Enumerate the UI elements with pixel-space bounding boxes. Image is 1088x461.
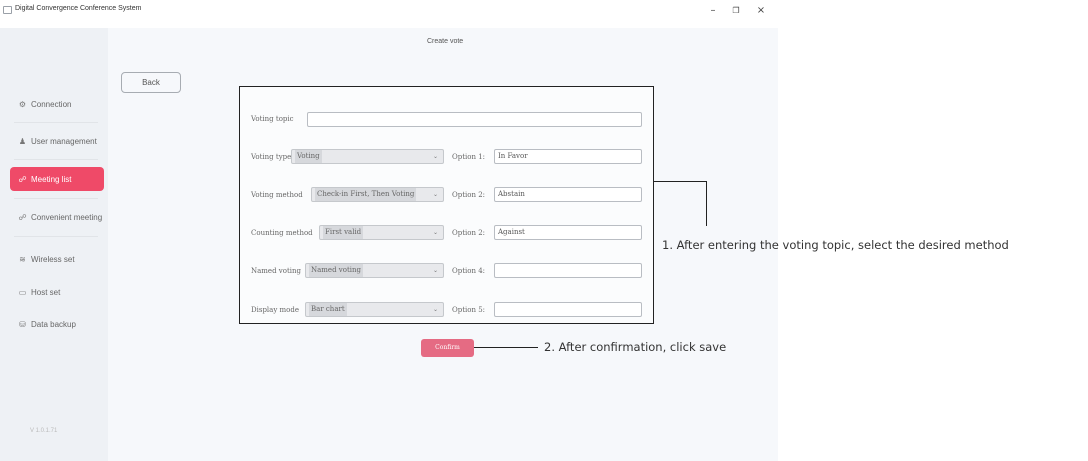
app-icon: [3, 6, 12, 14]
named-voting-label: Named voting: [251, 267, 301, 275]
callout-line: [474, 347, 538, 349]
sidebar-item-label: User management: [31, 136, 97, 146]
sidebar-item-user-management[interactable]: ♟ User management: [10, 130, 104, 152]
window-title: Digital Convergence Conference System: [15, 5, 142, 12]
user-icon: ♟: [18, 136, 27, 146]
divider: [14, 236, 98, 237]
sidebar-item-convenient-meeting[interactable]: ☍ Convenient meeting: [10, 206, 104, 228]
meeting-icon: ☍: [18, 212, 27, 222]
sidebar-item-host-set[interactable]: ▭ Host set: [10, 281, 104, 303]
backup-icon: ⛁: [19, 319, 26, 329]
meeting-icon: ☍: [18, 174, 27, 184]
voting-method-label: Voting method: [251, 191, 303, 199]
chevron-down-icon: ⌄: [432, 229, 438, 236]
sidebar-item-label: Data backup: [31, 319, 76, 329]
page-title: Create vote: [427, 38, 464, 45]
option-3-input[interactable]: Against: [494, 225, 642, 240]
maximize-button[interactable]: ❐: [727, 2, 745, 20]
sidebar-item-data-backup[interactable]: ⛁ Data backup: [10, 313, 104, 335]
annotation-note-2: 2. After confirmation, click save: [544, 340, 727, 354]
create-vote-form: Voting topic Voting type Voting ⌄ Option…: [239, 86, 654, 324]
callout-line: [654, 181, 707, 183]
named-voting-select[interactable]: Named voting ⌄: [305, 263, 444, 278]
option-2-label: Option 2:: [452, 191, 486, 199]
selected-value: Voting: [295, 150, 322, 163]
sidebar-item-label: Host set: [31, 287, 61, 297]
selected-value: Named voting: [309, 264, 363, 277]
title-bar: Digital Convergence Conference System – …: [0, 0, 778, 28]
sidebar-item-connection[interactable]: ⚙ Connection: [10, 93, 104, 115]
back-button[interactable]: Back: [121, 72, 181, 93]
chevron-down-icon: ⌄: [432, 191, 438, 198]
chevron-down-icon: ⌄: [432, 153, 438, 160]
sidebar-item-label: Convenient meeting: [31, 212, 103, 222]
sidebar-item-label: Meeting list: [31, 174, 72, 184]
wifi-icon: ≋: [19, 254, 26, 264]
confirm-button[interactable]: Confirm: [421, 339, 474, 357]
sidebar-item-wireless-set[interactable]: ≋ Wireless set: [10, 248, 104, 270]
selected-value: First valid: [323, 226, 364, 239]
option-2-input[interactable]: Abstain: [494, 187, 642, 202]
option-5-input[interactable]: [494, 302, 642, 317]
sidebar-item-label: Wireless set: [31, 254, 75, 264]
display-mode-select[interactable]: Bar chart ⌄: [305, 302, 444, 317]
app-window: Digital Convergence Conference System – …: [0, 0, 778, 461]
option-4-label: Option 4:: [452, 267, 486, 275]
selected-value: Check-in First, Then Voting: [315, 188, 417, 201]
display-mode-label: Display mode: [251, 306, 299, 314]
voting-method-select[interactable]: Check-in First, Then Voting ⌄: [311, 187, 444, 202]
sidebar-item-meeting-list[interactable]: ☍ Meeting list: [10, 167, 104, 191]
version-label: V 1.0.1.71: [30, 428, 58, 434]
selected-value: Bar chart: [309, 303, 347, 316]
network-icon: ⚙: [18, 99, 27, 109]
voting-topic-label: Voting topic: [251, 115, 294, 123]
counting-method-select[interactable]: First valid ⌄: [319, 225, 444, 240]
option-1-label: Option 1:: [452, 153, 486, 161]
divider: [14, 198, 98, 199]
close-button[interactable]: ×: [752, 2, 770, 20]
option-1-input[interactable]: In Favor: [494, 149, 642, 164]
option-3-label: Option 2:: [452, 229, 486, 237]
option-5-label: Option 5:: [452, 306, 486, 314]
host-icon: ▭: [18, 287, 27, 297]
voting-topic-input[interactable]: [307, 112, 642, 127]
voting-type-select[interactable]: Voting ⌄: [291, 149, 444, 164]
chevron-down-icon: ⌄: [432, 267, 438, 274]
chevron-down-icon: ⌄: [432, 306, 438, 313]
app-root: Digital Convergence Conference System – …: [0, 0, 1088, 461]
annotation-note-1: 1. After entering the voting topic, sele…: [662, 238, 1009, 252]
minimize-button[interactable]: –: [704, 2, 722, 20]
sidebar-item-label: Connection: [31, 99, 72, 109]
divider: [14, 159, 98, 160]
counting-method-label: Counting method: [251, 229, 313, 237]
sidebar: ⚙ Connection ♟ User management ☍ Meeting…: [0, 28, 108, 461]
option-4-input[interactable]: [494, 263, 642, 278]
divider: [14, 122, 98, 123]
callout-line: [706, 181, 708, 226]
voting-type-label: Voting type: [251, 153, 292, 161]
